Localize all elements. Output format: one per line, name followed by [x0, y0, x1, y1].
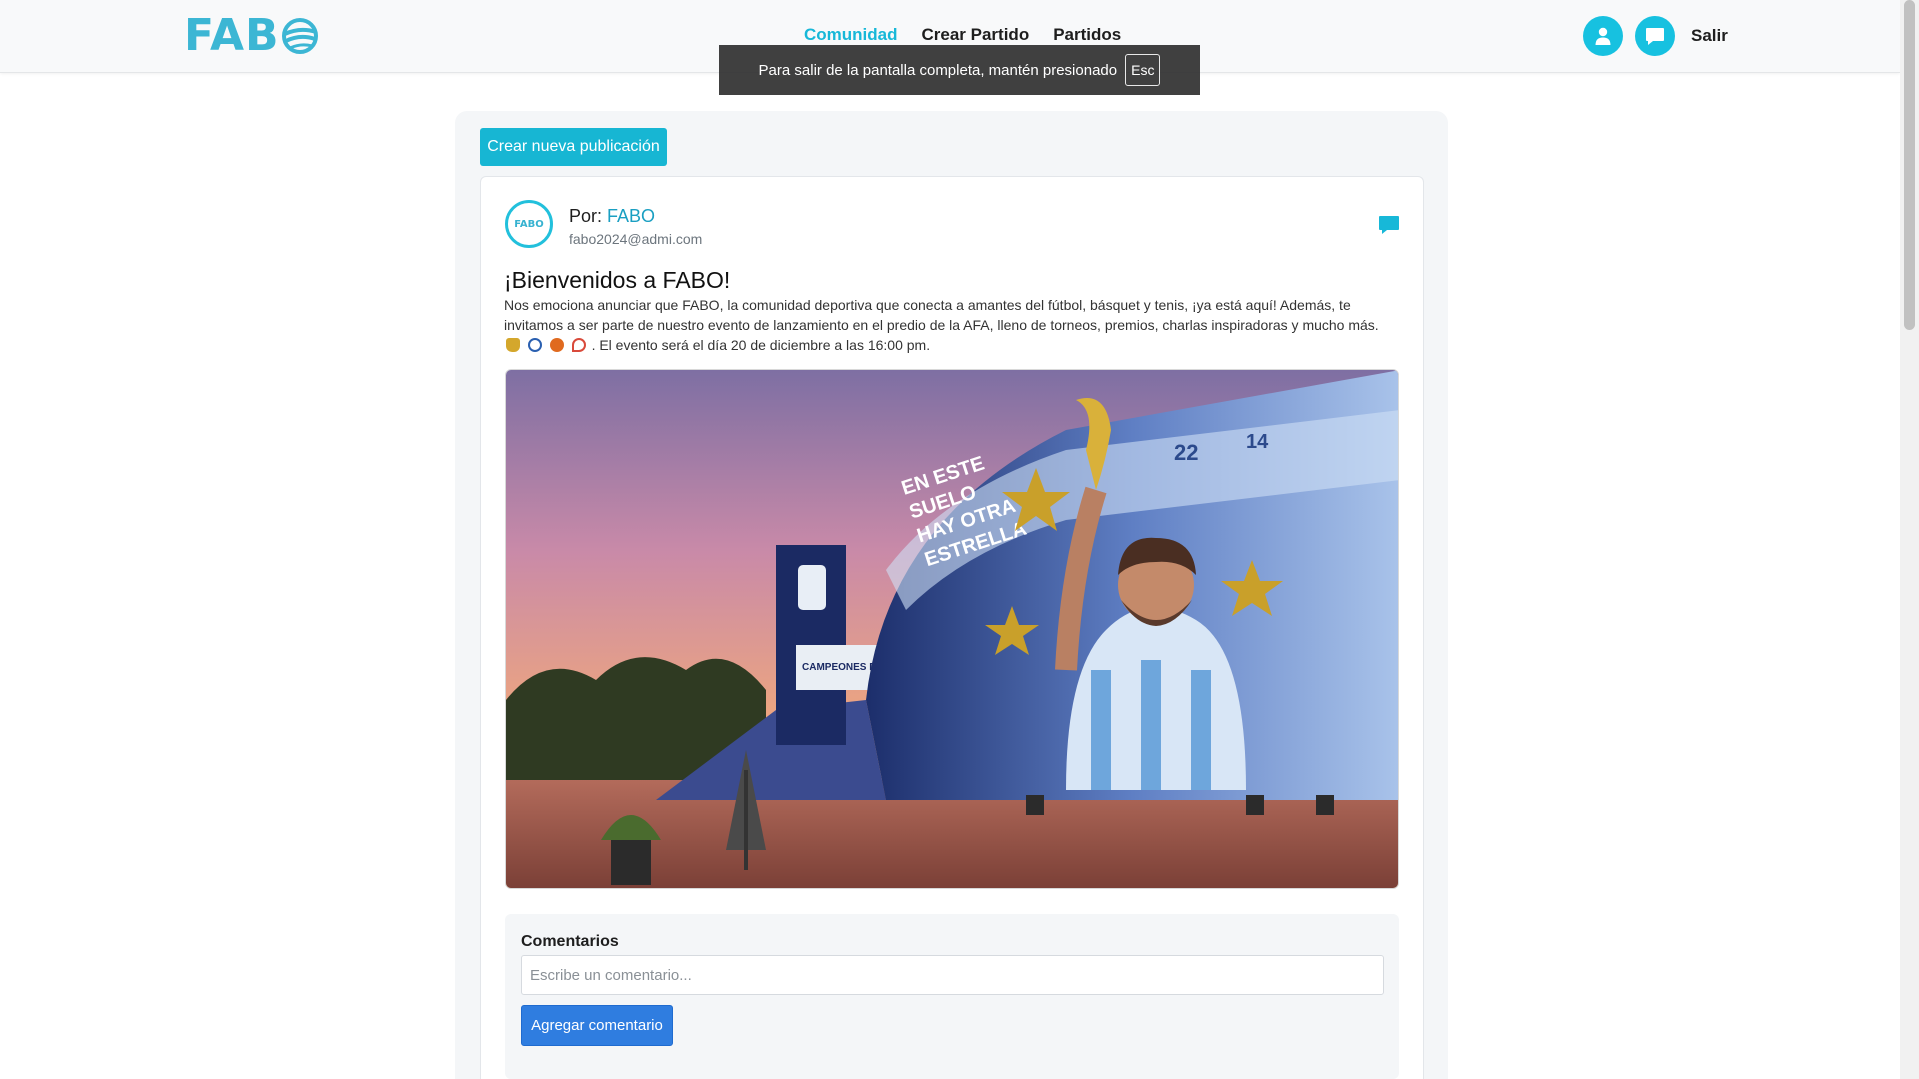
profile-button[interactable]	[1583, 16, 1623, 56]
page-scrollbar[interactable]	[1900, 0, 1919, 1079]
chat-bubble-icon	[1646, 28, 1664, 45]
tennis-racket-icon	[571, 338, 586, 352]
user-icon	[1595, 27, 1611, 45]
post-body: Nos emociona anunciar que FABO, la comun…	[504, 295, 1400, 355]
author-email: fabo2024@admi.com	[569, 231, 703, 247]
logout-link[interactable]: Salir	[1691, 16, 1728, 56]
messages-button[interactable]	[1635, 16, 1675, 56]
jersey-number-2: 14	[1246, 431, 1269, 453]
scrollbar-thumb[interactable]	[1904, 0, 1915, 330]
comment-input[interactable]	[521, 955, 1384, 995]
post-author-line: Por: FABO	[569, 205, 655, 227]
basketball-icon	[549, 338, 564, 352]
nav-link-crear-partido[interactable]: Crear Partido	[922, 24, 1030, 46]
comments-section	[505, 914, 1399, 1079]
comment-chat-icon[interactable]	[1377, 213, 1401, 237]
create-post-button[interactable]: Crear nueva publicación	[480, 128, 667, 166]
jersey-number-1: 22	[1174, 440, 1198, 465]
post-body-date: . El evento será el día 20 de diciembre …	[591, 337, 931, 353]
app-logo[interactable]: FAB	[184, 14, 319, 58]
fullscreen-notice-text: Para salir de la pantalla completa, mant…	[758, 61, 1118, 79]
add-comment-button[interactable]: Agregar comentario	[521, 1005, 673, 1046]
nav-link-comunidad[interactable]: Comunidad	[804, 24, 898, 46]
nav-actions: Salir	[1583, 16, 1728, 56]
author-name-link[interactable]: FABO	[607, 206, 655, 226]
comments-heading: Comentarios	[521, 933, 619, 950]
logo-text: FAB	[184, 10, 280, 61]
author-prefix: Por:	[569, 206, 603, 226]
author-avatar: FABO	[505, 200, 553, 248]
post-image[interactable]: CAMPEONES DEL MUNDO EN ESTE SUELO HAY OT…	[505, 369, 1399, 889]
trophy-icon	[506, 338, 520, 352]
esc-key-hint: Esc	[1125, 54, 1161, 86]
nav-link-partidos[interactable]: Partidos	[1053, 24, 1121, 46]
sport-ball-icon	[281, 18, 318, 54]
main-nav: Comunidad Crear Partido Partidos	[804, 24, 1121, 46]
soccer-ball-icon	[527, 338, 542, 352]
post-title: ¡Bienvenidos a FABO!	[504, 267, 731, 293]
post-body-text: Nos emociona anunciar que FABO, la comun…	[504, 297, 1379, 333]
afa-building-photo: CAMPEONES DEL MUNDO EN ESTE SUELO HAY OT…	[506, 370, 1398, 888]
fullscreen-notice: Para salir de la pantalla completa, mant…	[719, 45, 1200, 95]
